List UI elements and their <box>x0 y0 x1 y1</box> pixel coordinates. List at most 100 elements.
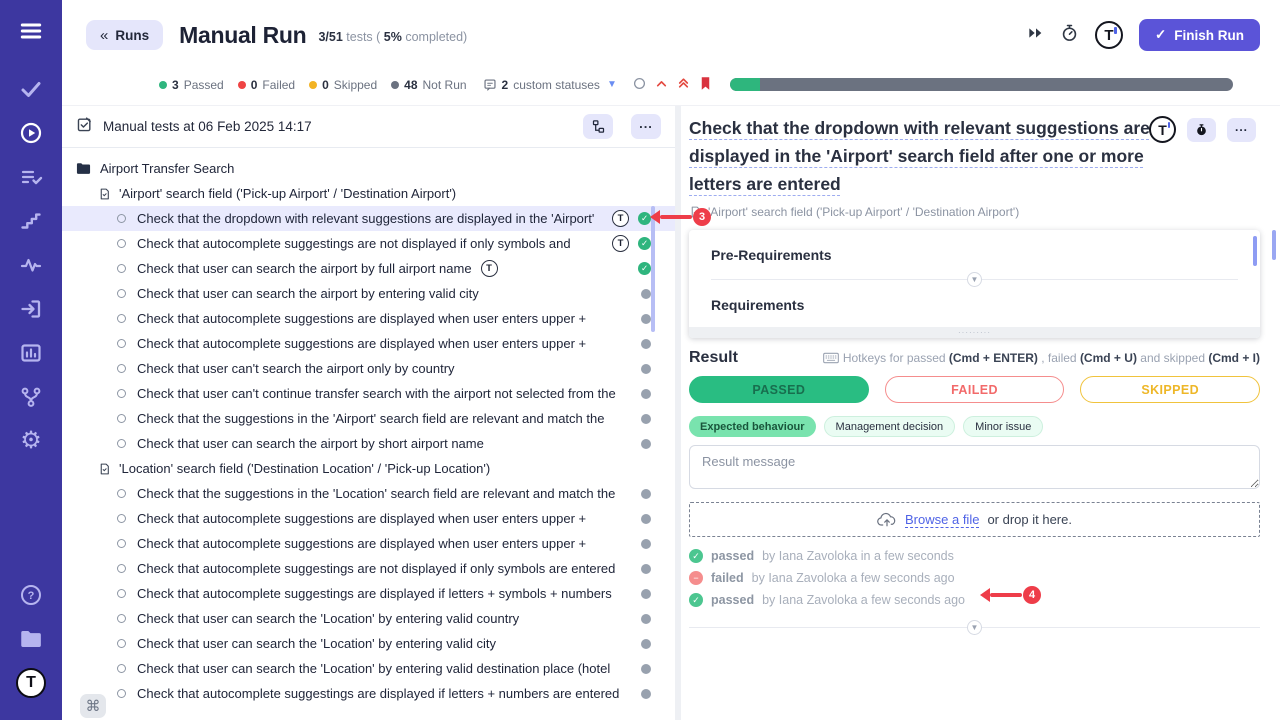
tree-test-row[interactable]: Check that user can search the 'Location… <box>62 631 675 656</box>
tree-test-row[interactable]: Check that user can search the 'Location… <box>62 656 675 681</box>
tree-test-row[interactable]: Check that user can search the airport b… <box>62 256 675 281</box>
detail-more-button[interactable]: ... <box>1227 118 1256 142</box>
timer-button[interactable] <box>1187 118 1216 142</box>
status-count-not-run: 48Not Run <box>391 78 466 92</box>
test-radio[interactable] <box>117 214 126 223</box>
tree-test-row[interactable]: Check that user can search the airport b… <box>62 281 675 306</box>
report-icon[interactable] <box>14 336 48 370</box>
not-run-status-icon <box>641 314 651 324</box>
file-dropzone[interactable]: Browse a file or drop it here. <box>689 502 1260 537</box>
test-radio[interactable] <box>117 589 126 598</box>
run-name: Manual tests at 06 Feb 2025 14:17 <box>103 119 312 134</box>
no-priority-filter-icon[interactable] <box>633 77 646 93</box>
testomat-logo-icon[interactable]: T <box>1095 21 1123 49</box>
card-drag-handle[interactable]: ········· <box>689 327 1260 338</box>
test-radio[interactable] <box>117 439 126 448</box>
history-collapse-toggle[interactable]: ▼ <box>967 620 982 635</box>
tree-test-row[interactable]: Check that autocomplete suggestions are … <box>62 331 675 356</box>
tree-test-row[interactable]: Check that autocomplete suggestings are … <box>62 556 675 581</box>
tree-test-row[interactable]: Check that autocomplete suggestions are … <box>62 306 675 331</box>
result-tag[interactable]: Management decision <box>824 416 956 437</box>
test-detail-panel: Check that the dropdown with relevant su… <box>681 106 1280 720</box>
status-count-skipped: 0Skipped <box>309 78 377 92</box>
timer-icon[interactable] <box>1060 23 1079 48</box>
test-radio[interactable] <box>117 339 126 348</box>
finish-run-button[interactable]: ✓Finish Run <box>1139 19 1260 51</box>
tree-test-row[interactable]: Check that autocomplete suggestions are … <box>62 506 675 531</box>
test-radio[interactable] <box>117 414 126 423</box>
test-radio[interactable] <box>117 489 126 498</box>
tree-test-row[interactable]: Check that autocomplete suggestings are … <box>62 231 675 256</box>
sign-in-icon[interactable] <box>14 292 48 326</box>
test-label: Check that user can search the 'Location… <box>137 661 610 676</box>
high-priority-filter-icon[interactable] <box>655 78 668 92</box>
test-radio[interactable] <box>117 664 126 673</box>
test-label: Check that autocomplete suggestions are … <box>137 336 586 351</box>
requirements-heading: Requirements <box>711 297 1238 313</box>
tree-test-row[interactable]: Check that autocomplete suggestions are … <box>62 531 675 556</box>
play-circle-icon[interactable] <box>14 116 48 150</box>
result-tag[interactable]: Minor issue <box>963 416 1043 437</box>
test-label: Check that the dropdown with relevant su… <box>137 211 594 226</box>
test-radio[interactable] <box>117 364 126 373</box>
breadcrumb[interactable]: 'Airport' search field ('Pick-up Airport… <box>689 205 1260 219</box>
tree-test-row[interactable]: Check that user can't continue transfer … <box>62 381 675 406</box>
result-tag[interactable]: Expected behaviour <box>689 416 816 437</box>
suite-label: 'Location' search field ('Destination Lo… <box>119 461 490 476</box>
check-icon[interactable] <box>14 72 48 106</box>
fast-forward-icon[interactable] <box>1028 26 1044 45</box>
tree-test-row[interactable]: Check that autocomplete suggestings are … <box>62 681 675 706</box>
tree-more-button[interactable]: ... <box>631 114 661 139</box>
test-radio[interactable] <box>117 564 126 573</box>
app-window: ⚙ ? T «Runs Manual Run 3/51 tests ( 5% c… <box>0 0 1280 720</box>
custom-statuses-dropdown[interactable]: 2custom statuses▼ <box>483 78 617 92</box>
bookmark-filter-icon[interactable] <box>699 76 712 94</box>
test-radio[interactable] <box>117 514 126 523</box>
collapse-toggle[interactable]: ▼ <box>967 272 982 287</box>
test-radio[interactable] <box>117 539 126 548</box>
pulse-icon[interactable] <box>14 248 48 282</box>
progress-fill <box>730 78 760 91</box>
browse-file-link[interactable]: Browse a file <box>905 512 979 527</box>
test-radio[interactable] <box>117 314 126 323</box>
list-check-icon[interactable] <box>14 160 48 194</box>
test-radio[interactable] <box>117 389 126 398</box>
branch-icon[interactable] <box>14 380 48 414</box>
left-navigation-rail: ⚙ ? T <box>0 0 62 720</box>
result-failed-button[interactable]: FAILED <box>885 376 1065 403</box>
tree-suite-row[interactable]: 'Location' search field ('Destination Lo… <box>62 456 675 481</box>
result-message-input[interactable] <box>689 445 1260 489</box>
detail-scrollbar[interactable] <box>1272 230 1276 260</box>
settings-icon[interactable]: ⚙ <box>14 424 48 458</box>
tree-test-row[interactable]: Check that user can search the airport b… <box>62 431 675 456</box>
tree-test-row[interactable]: Check that autocomplete suggestings are … <box>62 581 675 606</box>
tree-test-row[interactable]: Check that the suggestions in the 'Locat… <box>62 481 675 506</box>
tree-test-row[interactable]: Check that user can search the 'Location… <box>62 606 675 631</box>
test-radio[interactable] <box>117 289 126 298</box>
check-icon: ✓ <box>1155 27 1166 43</box>
steps-icon[interactable] <box>14 204 48 238</box>
tree-view-button[interactable] <box>583 114 613 139</box>
tree-test-row[interactable]: Check that user can't search the airport… <box>62 356 675 381</box>
tree-suite-row[interactable]: 'Airport' search field ('Pick-up Airport… <box>62 181 675 206</box>
test-radio[interactable] <box>117 689 126 698</box>
test-title[interactable]: Check that the dropdown with relevant su… <box>689 114 1167 198</box>
app-logo[interactable]: T <box>14 666 48 700</box>
result-skipped-button[interactable]: SKIPPED <box>1080 376 1260 403</box>
card-scrollbar[interactable] <box>1253 236 1257 266</box>
tree-test-row[interactable]: Check that the dropdown with relevant su… <box>62 206 675 231</box>
back-to-runs-button[interactable]: «Runs <box>86 20 163 50</box>
history-entry: ✓ passedby Iana Zavoloka a few seconds a… <box>689 589 1260 611</box>
tree-folder-row[interactable]: Airport Transfer Search <box>62 156 675 181</box>
result-passed-button[interactable]: PASSED <box>689 376 869 403</box>
test-radio[interactable] <box>117 614 126 623</box>
test-radio[interactable] <box>117 264 126 273</box>
help-icon[interactable]: ? <box>14 578 48 612</box>
highest-priority-filter-icon[interactable] <box>677 76 690 93</box>
test-label: Check that autocomplete suggestings are … <box>137 686 619 701</box>
tree-test-row[interactable]: Check that the suggestions in the 'Airpo… <box>62 406 675 431</box>
test-radio[interactable] <box>117 239 126 248</box>
menu-icon[interactable] <box>14 14 48 48</box>
docs-icon[interactable] <box>14 622 48 656</box>
test-radio[interactable] <box>117 639 126 648</box>
